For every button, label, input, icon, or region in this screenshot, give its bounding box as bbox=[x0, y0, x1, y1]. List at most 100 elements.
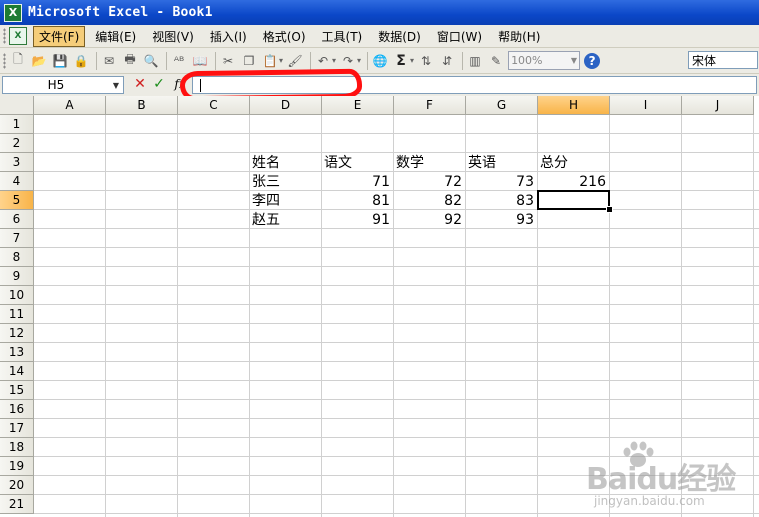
column-header-D[interactable]: D bbox=[250, 96, 322, 115]
enter-icon[interactable]: ✓ bbox=[151, 76, 167, 94]
row-header-18[interactable]: 18 bbox=[0, 438, 34, 457]
row-header-20[interactable]: 20 bbox=[0, 476, 34, 495]
new-icon[interactable]: 🗋 bbox=[9, 52, 27, 70]
cell-F4[interactable]: 72 bbox=[394, 172, 465, 191]
print-preview-icon[interactable]: 🔍 bbox=[142, 52, 160, 70]
column-header-I[interactable]: I bbox=[610, 96, 682, 115]
row-header-12[interactable]: 12 bbox=[0, 324, 34, 343]
row-header-10[interactable]: 10 bbox=[0, 286, 34, 305]
research-icon[interactable]: 📖 bbox=[191, 52, 209, 70]
row-header-21[interactable]: 21 bbox=[0, 495, 34, 514]
column-header-B[interactable]: B bbox=[106, 96, 178, 115]
paste-dropdown-icon[interactable]: ▾ bbox=[279, 56, 283, 65]
column-header-A[interactable]: A bbox=[34, 96, 106, 115]
redo-dropdown-icon[interactable]: ▾ bbox=[357, 56, 361, 65]
row-header-4[interactable]: 4 bbox=[0, 172, 34, 191]
row-header-3[interactable]: 3 bbox=[0, 153, 34, 172]
cell-E3[interactable]: 语文 bbox=[322, 153, 393, 172]
column-header-G[interactable]: G bbox=[466, 96, 538, 115]
menu-item-7[interactable]: 窗口(W) bbox=[431, 26, 488, 47]
row-header-5[interactable]: 5 bbox=[0, 191, 34, 210]
undo-dropdown-icon[interactable]: ▾ bbox=[332, 56, 336, 65]
cell-D4[interactable]: 张三 bbox=[250, 172, 321, 191]
sort-descending-icon[interactable]: ⇵ bbox=[438, 52, 456, 70]
cell-G6[interactable]: 93 bbox=[466, 210, 537, 229]
menu-item-5[interactable]: 工具(T) bbox=[316, 26, 369, 47]
column-header-F[interactable]: F bbox=[394, 96, 466, 115]
row-header-8[interactable]: 8 bbox=[0, 248, 34, 267]
row-header-11[interactable]: 11 bbox=[0, 305, 34, 324]
row-header-17[interactable]: 17 bbox=[0, 419, 34, 438]
menu-item-2[interactable]: 视图(V) bbox=[146, 26, 200, 47]
redo-icon[interactable]: ↷ bbox=[339, 52, 357, 70]
row-header-16[interactable]: 16 bbox=[0, 400, 34, 419]
cut-icon[interactable]: ✂ bbox=[219, 52, 237, 70]
cell-F5[interactable]: 82 bbox=[394, 191, 465, 210]
help-icon[interactable]: ? bbox=[584, 52, 601, 69]
row-header-15[interactable]: 15 bbox=[0, 381, 34, 400]
copy-icon[interactable]: ❐ bbox=[240, 52, 258, 70]
email-icon[interactable]: ✉ bbox=[100, 52, 118, 70]
row-header-14[interactable]: 14 bbox=[0, 362, 34, 381]
column-header-H[interactable]: H bbox=[538, 96, 610, 115]
column-header-E[interactable]: E bbox=[322, 96, 394, 115]
zoom-select[interactable]: 100% ▼ bbox=[508, 51, 581, 70]
menu-item-3[interactable]: 插入(I) bbox=[204, 26, 253, 47]
name-box-value[interactable]: H5 bbox=[3, 78, 109, 92]
name-box[interactable]: H5 ▼ bbox=[2, 76, 124, 94]
cell-E5[interactable]: 81 bbox=[322, 191, 393, 210]
active-cell-H5[interactable] bbox=[537, 190, 610, 210]
autosum-dropdown-icon[interactable]: ▾ bbox=[410, 56, 414, 65]
cell-D3[interactable]: 姓名 bbox=[250, 153, 321, 172]
cell-G5[interactable]: 83 bbox=[466, 191, 537, 210]
permission-icon[interactable]: 🔒 bbox=[72, 52, 90, 70]
workbook-icon[interactable]: X bbox=[9, 27, 27, 45]
cell-F6[interactable]: 92 bbox=[394, 210, 465, 229]
open-icon[interactable]: 📂 bbox=[30, 52, 48, 70]
cell-E6[interactable]: 91 bbox=[322, 210, 393, 229]
row-header-6[interactable]: 6 bbox=[0, 210, 34, 229]
row-header-2[interactable]: 2 bbox=[0, 134, 34, 153]
sort-ascending-icon[interactable]: ⇅ bbox=[417, 52, 435, 70]
menu-item-6[interactable]: 数据(D) bbox=[372, 26, 427, 47]
zoom-dropdown-icon[interactable]: ▼ bbox=[571, 56, 577, 65]
menu-item-0[interactable]: 文件(F) bbox=[33, 25, 86, 47]
cell-G4[interactable]: 73 bbox=[466, 172, 537, 191]
font-name-select[interactable]: 宋体 bbox=[688, 51, 758, 69]
paste-icon[interactable]: 📋 bbox=[261, 52, 279, 70]
select-all-corner[interactable] bbox=[0, 96, 34, 115]
cell-D5[interactable]: 李四 bbox=[250, 191, 321, 210]
drawing-icon[interactable]: ✎ bbox=[487, 52, 505, 70]
save-icon[interactable]: 💾 bbox=[51, 52, 69, 70]
spelling-icon[interactable]: ᴬᴮ bbox=[170, 52, 188, 70]
row-header-7[interactable]: 7 bbox=[0, 229, 34, 248]
fill-handle[interactable] bbox=[606, 206, 613, 213]
menu-grip-icon[interactable] bbox=[3, 28, 6, 44]
hyperlink-icon[interactable]: 🌐 bbox=[371, 52, 389, 70]
toolbar-grip-icon[interactable] bbox=[3, 52, 6, 69]
row-header-1[interactable]: 1 bbox=[0, 115, 34, 134]
cell-H3[interactable]: 总分 bbox=[538, 153, 609, 172]
cell-G3[interactable]: 英语 bbox=[466, 153, 537, 172]
menu-item-4[interactable]: 格式(O) bbox=[257, 26, 312, 47]
row-header-13[interactable]: 13 bbox=[0, 343, 34, 362]
undo-icon[interactable]: ↶ bbox=[314, 52, 332, 70]
name-box-dropdown-icon[interactable]: ▼ bbox=[109, 81, 123, 90]
gridline-horizontal bbox=[34, 342, 759, 343]
menu-item-8[interactable]: 帮助(H) bbox=[492, 26, 546, 47]
print-icon[interactable]: 🖶 bbox=[121, 52, 139, 70]
column-header-J[interactable]: J bbox=[682, 96, 754, 115]
menu-item-1[interactable]: 编辑(E) bbox=[89, 26, 142, 47]
format-painter-icon[interactable]: 🖌 bbox=[286, 52, 304, 70]
cell-F3[interactable]: 数学 bbox=[394, 153, 465, 172]
excel-app-icon[interactable]: X bbox=[4, 3, 22, 22]
cell-H4[interactable]: 216 bbox=[538, 172, 609, 191]
column-header-C[interactable]: C bbox=[178, 96, 250, 115]
cell-D6[interactable]: 赵五 bbox=[250, 210, 321, 229]
autosum-icon[interactable]: Σ bbox=[392, 52, 410, 70]
chart-wizard-icon[interactable]: ▥ bbox=[466, 52, 484, 70]
cell-E4[interactable]: 71 bbox=[322, 172, 393, 191]
row-header-19[interactable]: 19 bbox=[0, 457, 34, 476]
row-header-9[interactable]: 9 bbox=[0, 267, 34, 286]
cancel-icon[interactable]: ✕ bbox=[132, 76, 148, 94]
